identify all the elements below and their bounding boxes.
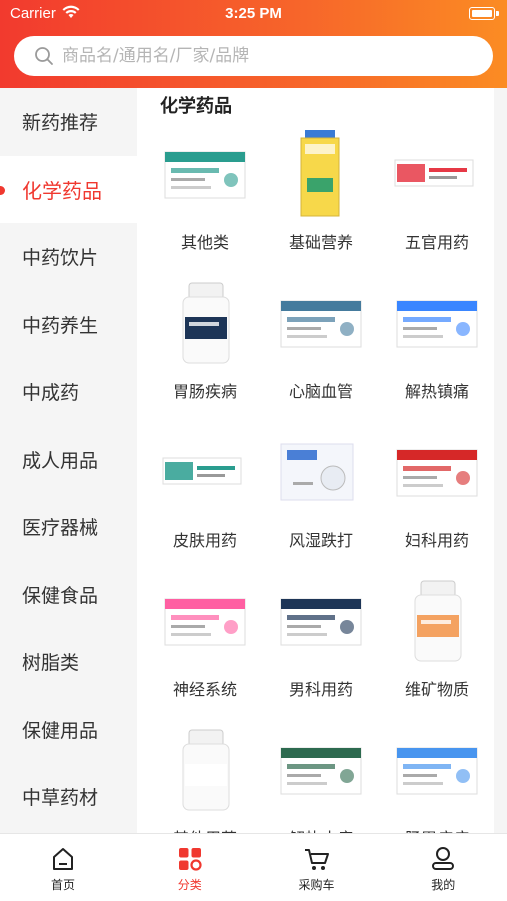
- category-tile-label: 风湿跌打: [288, 531, 353, 550]
- category-tile[interactable]: 皮肤用药: [147, 426, 263, 575]
- pill-bottle-icon: [391, 575, 483, 667]
- category-tile-label: 胃肠疾病: [172, 382, 237, 401]
- medicine-box-icon: [275, 724, 367, 816]
- sidebar-item-label: 保健用品: [22, 719, 99, 742]
- tab-label: 首页: [50, 878, 75, 892]
- category-tile-label: 基础营养: [288, 233, 353, 252]
- sidebar-item-label: 医疗器械: [22, 517, 99, 540]
- home-icon: [50, 846, 76, 872]
- medicine-box-icon: [275, 575, 367, 667]
- status-bar: Carrier 3:25 PM: [0, 0, 507, 28]
- tab-label: 分类: [177, 878, 202, 892]
- sidebar-item-label: 保健食品: [22, 584, 99, 607]
- battery-icon: [469, 7, 495, 20]
- patch-box-icon: [275, 426, 367, 518]
- medicine-box-icon: [391, 724, 483, 816]
- category-tile[interactable]: 解热止痛: [263, 724, 379, 833]
- category-sidebar: 新药推荐化学药品中药饮片中药养生中成药成人用品医疗器械保健食品树脂类保健用品中草…: [0, 88, 137, 833]
- ointment-tube-icon: [159, 426, 251, 518]
- sidebar-item[interactable]: 医疗器械: [0, 493, 137, 561]
- category-tile[interactable]: 妇科用药: [379, 426, 494, 575]
- tab-label: 采购车: [298, 878, 335, 892]
- medicine-box-icon: [159, 128, 251, 220]
- sidebar-item[interactable]: 保健食品: [0, 561, 137, 629]
- search-input[interactable]: [62, 36, 462, 76]
- category-tile[interactable]: 心脑血管: [263, 277, 379, 426]
- category-tile[interactable]: 男科用药: [263, 575, 379, 724]
- sidebar-item[interactable]: 化学药品: [0, 155, 137, 223]
- sidebar-item[interactable]: 中药养生: [0, 291, 137, 359]
- content-edge: [494, 88, 507, 833]
- battery-tip: [496, 11, 499, 16]
- active-indicator: [0, 185, 5, 195]
- header: Carrier 3:25 PM: [0, 0, 507, 88]
- sidebar-item-label: 中成药: [22, 382, 80, 405]
- category-tile[interactable]: 胃肠疾病: [147, 277, 263, 426]
- sidebar-item-label: 化学药品: [22, 178, 102, 203]
- category-tile-label: 其他用药: [147, 825, 263, 833]
- sidebar-item-label: 中药养生: [22, 314, 99, 337]
- sidebar-item[interactable]: 中药饮片: [0, 223, 137, 291]
- category-tile-label: 解热镇痛: [404, 382, 469, 401]
- sidebar-item-label: 成人用品: [22, 449, 99, 472]
- section-title: 化学药品: [160, 96, 232, 117]
- tab-home[interactable]: 首页: [0, 834, 126, 901]
- nutrition-bottle-icon: [275, 128, 367, 220]
- category-tile-label: 肠胃疾病: [379, 825, 494, 833]
- sidebar-item-label: 树脂类: [22, 652, 80, 675]
- category-tile[interactable]: 其他用药: [147, 724, 263, 833]
- search-bar[interactable]: [14, 36, 493, 76]
- sidebar-item[interactable]: 中草药材: [0, 763, 137, 831]
- category-tile-label: 男科用药: [288, 680, 353, 699]
- pill-bottle-icon: [159, 277, 251, 369]
- pill-bottle-icon: [159, 724, 251, 816]
- clock: 3:25 PM: [225, 5, 282, 22]
- category-tile[interactable]: 神经系统: [147, 575, 263, 724]
- category-tile[interactable]: 风湿跌打: [263, 426, 379, 575]
- category-tile[interactable]: 解热镇痛: [379, 277, 494, 426]
- category-tile-label: 皮肤用药: [172, 531, 237, 550]
- category-content: 化学药品 其他类 基础营养 五官用药 胃肠疾病 心脑血管 解热镇痛 皮肤用药 风…: [147, 88, 494, 833]
- sidebar-item[interactable]: 树脂类: [0, 628, 137, 696]
- medicine-box-icon: [391, 277, 483, 369]
- category-tile-label: 五官用药: [404, 233, 469, 252]
- medicine-box-icon: [159, 575, 251, 667]
- category-tile-label: 维矿物质: [404, 680, 469, 699]
- tab-bar: 首页 分类 采购车 我的: [0, 833, 507, 900]
- sidebar-item[interactable]: 成人用品: [0, 426, 137, 494]
- search-icon: [35, 47, 53, 65]
- sidebar-item-label: 新药推荐: [22, 112, 99, 135]
- ointment-tube-icon: [391, 128, 483, 220]
- category-tile[interactable]: 五官用药: [379, 128, 494, 277]
- tab-profile[interactable]: 我的: [380, 834, 506, 901]
- medicine-box-icon: [391, 426, 483, 518]
- sidebar-item[interactable]: 新药推荐: [0, 88, 137, 156]
- sidebar-item-label: 中草药材: [22, 787, 99, 810]
- tab-label: 我的: [431, 878, 456, 892]
- sidebar-item[interactable]: 保健用品: [0, 696, 137, 764]
- sidebar-item[interactable]: 中成药: [0, 358, 137, 426]
- category-tile-label: 解热止痛: [263, 825, 379, 833]
- category-tile[interactable]: 维矿物质: [379, 575, 494, 724]
- tab-cart[interactable]: 采购车: [254, 834, 380, 901]
- category-tile[interactable]: 其他类: [147, 128, 263, 277]
- category-tile[interactable]: 基础营养: [263, 128, 379, 277]
- category-tile-label: 神经系统: [172, 680, 237, 699]
- category-tile-label: 其他类: [180, 233, 229, 252]
- sidebar-item-label: 中药饮片: [22, 247, 99, 270]
- cart-icon: [304, 846, 330, 872]
- profile-icon: [430, 846, 456, 872]
- medicine-box-icon: [275, 277, 367, 369]
- category-icon: [177, 846, 203, 872]
- tab-category[interactable]: 分类: [127, 834, 253, 901]
- category-tile-label: 妇科用药: [404, 531, 469, 550]
- category-tile-label: 心脑血管: [288, 382, 353, 401]
- category-tile[interactable]: 肠胃疾病: [379, 724, 494, 833]
